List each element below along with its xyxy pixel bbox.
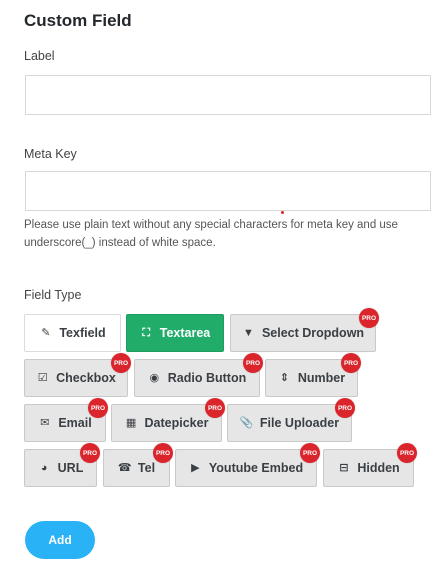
pro-badge: PRO [359,308,379,328]
field-type-select-dropdown-button[interactable]: ▼ Select Dropdown [230,314,376,352]
field-type-label-text: Radio Button [167,371,247,385]
pro-badge: PRO [341,353,361,373]
field-type-label-text: Texfield [59,326,106,340]
meta-key-help-text: Please use plain text without any specia… [24,219,398,249]
field-type-textarea-button[interactable]: ⛶ Textarea [126,314,224,352]
field-type-radio-button-button[interactable]: ◉ Radio Button [134,359,260,397]
add-button[interactable]: Add [25,521,95,559]
pro-badge: PRO [88,398,108,418]
expand-icon: ⛶ [142,326,151,339]
pro-badge: PRO [335,398,355,418]
label-field-label: Label [24,49,55,63]
sort-icon: ⇕ [279,371,289,384]
meta-key-input[interactable] [25,171,431,211]
page-title: Custom Field [24,11,132,30]
meta-key-field-label: Meta Key [24,147,77,161]
field-type-label-text: Youtube Embed [208,461,304,475]
field-type-label-text: File Uploader [259,416,340,430]
pro-badge: PRO [111,353,131,373]
minus-square-icon: ⊟ [339,461,349,474]
field-type-label-text: Email [58,416,92,430]
field-type-label-text: Select Dropdown [261,326,365,340]
cursor-dot [281,211,284,214]
field-type-label-text: Datepicker [144,416,209,430]
field-type-label-text: Checkbox [56,371,116,385]
youtube-icon: ▶ [191,461,200,474]
field-type-label-text: Textarea [159,326,211,340]
edit-icon: ✎ [41,326,51,339]
pro-badge: PRO [243,353,263,373]
field-type-label-text: URL [57,461,84,475]
pro-badge: PRO [397,443,417,463]
field-type-label: Field Type [24,288,82,302]
phone-icon: ☎ [117,461,132,474]
radio-icon: ◉ [149,371,160,384]
label-input[interactable] [25,75,431,115]
field-type-label-text: Number [297,371,346,385]
checkbox-icon: ☑ [37,371,48,384]
pro-badge: PRO [205,398,225,418]
envelope-icon: ✉ [40,416,50,429]
field-type-file-uploader-button[interactable]: 📎 File Uploader [227,404,352,442]
field-type-texfield-button[interactable]: ✎ Texfield [24,314,121,352]
dropdown-icon: ▼ [243,326,254,339]
pro-badge: PRO [300,443,320,463]
field-type-youtube-embed-button[interactable]: ▶ Youtube Embed [175,449,317,487]
paperclip-icon: 📎 [239,416,254,429]
field-type-label-text: Hidden [357,461,400,475]
pro-badge: PRO [153,443,173,463]
pro-badge: PRO [80,443,100,463]
field-type-label-text: Tel [137,461,156,475]
calendar-icon: ▦ [125,416,137,429]
globe-icon: ◕ [40,461,48,474]
